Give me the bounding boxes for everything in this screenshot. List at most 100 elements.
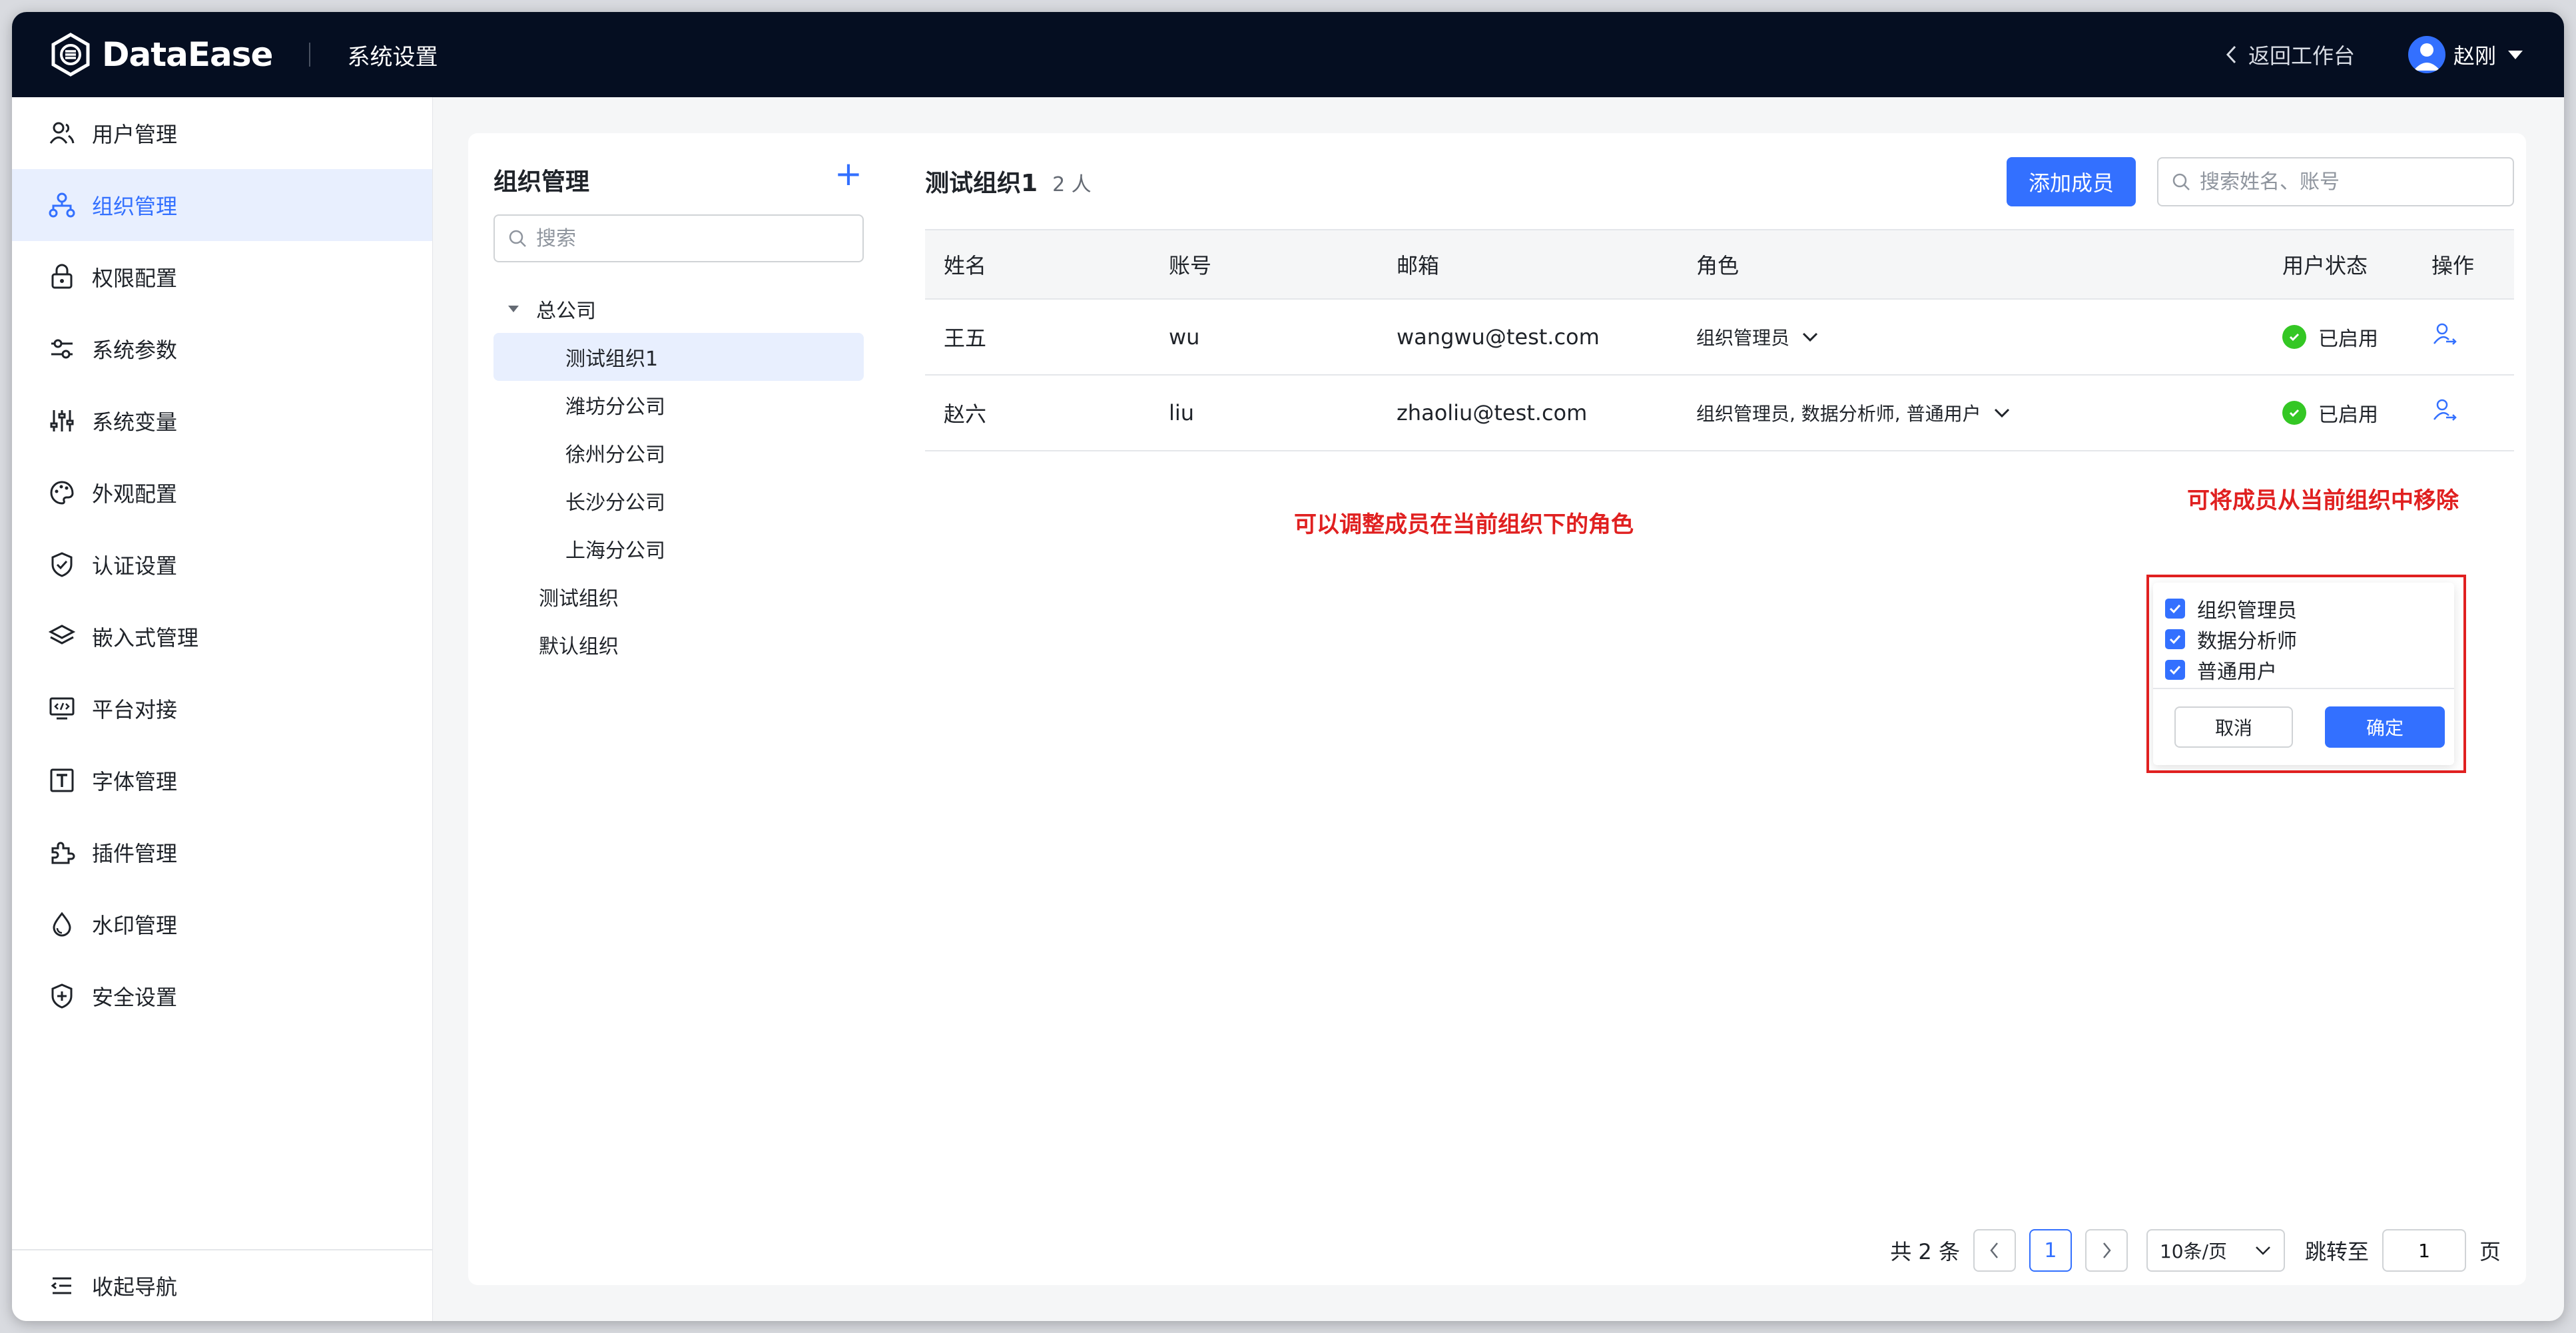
top-header: DataEase 系统设置 返回工作台 赵刚 [12, 12, 2564, 97]
caret-down-icon [2508, 51, 2523, 59]
collapse-nav-label: 收起导航 [92, 1274, 178, 1300]
member-search-box[interactable] [2157, 157, 2514, 206]
column-header: 用户状态 [2282, 253, 2368, 278]
sidebar-item-label: 插件管理 [92, 841, 178, 866]
chevron-left-icon [2226, 45, 2236, 64]
sidebar-item-system-variables[interactable]: 系统变量 [12, 385, 432, 457]
sidebar-item-label: 水印管理 [92, 913, 178, 938]
next-page-button[interactable] [2085, 1229, 2128, 1272]
header-actions: 返回工作台 赵刚 [2224, 12, 2564, 97]
brand-logo[interactable]: DataEase [49, 33, 273, 77]
tree-node-child[interactable]: 徐州分公司 [493, 429, 864, 477]
shield-plus-icon [47, 981, 77, 1011]
prev-page-button[interactable] [1973, 1229, 2016, 1272]
check-circle-icon [2282, 401, 2306, 425]
sidebar-item-label: 嵌入式管理 [92, 625, 199, 651]
sidebar-item-label: 系统参数 [92, 338, 178, 363]
status-text: 已启用 [2318, 328, 2378, 351]
page-number-current[interactable]: 1 [2029, 1229, 2072, 1272]
column-header: 邮箱 [1397, 253, 1440, 278]
role-select[interactable]: 组织管理员 [1696, 324, 2264, 350]
chevron-down-icon [1802, 332, 1818, 342]
org-tree-icon [47, 190, 77, 220]
cell-email: wangwu@test.com [1397, 324, 1600, 350]
remove-member-icon[interactable] [2431, 397, 2458, 423]
main-card: 组织管理 + 总公司 测试组织1 潍坊分公司 徐州分公司 长沙分公司 上海分公司… [468, 133, 2526, 1285]
sidebar-item-fonts[interactable]: 字体管理 [12, 744, 432, 816]
tree-node-label: 测试组织 [539, 587, 619, 611]
cell-account: liu [1169, 400, 1195, 425]
chevron-right-icon [2103, 1242, 2111, 1258]
org-search-box[interactable] [493, 214, 864, 262]
tree-node-label: 徐州分公司 [565, 443, 665, 467]
members-table: 姓名 账号 邮箱 角色 用户状态 操作 王五 wu wangwu@test.co… [925, 229, 2514, 451]
sidebar-item-permissions[interactable]: 权限配置 [12, 241, 432, 313]
page-size-value: 10条/页 [2159, 1240, 2228, 1262]
tree-node-child[interactable]: 潍坊分公司 [493, 381, 864, 429]
pagination: 共 2 条 1 10条/页 跳转至 页 [1890, 1229, 2501, 1272]
tree-node-sibling[interactable]: 默认组织 [493, 621, 864, 668]
sidebar-item-system-params[interactable]: 系统参数 [12, 313, 432, 385]
monitor-code-icon [47, 693, 77, 724]
org-search-input[interactable] [536, 226, 842, 250]
tree-node-child[interactable]: 长沙分公司 [493, 477, 864, 525]
sidebar-item-label: 平台对接 [92, 697, 178, 722]
chevron-left-icon [1990, 1242, 1998, 1258]
puzzle-icon [47, 837, 77, 868]
remove-member-icon[interactable] [2431, 321, 2458, 348]
collapse-nav-button[interactable]: 收起导航 [12, 1249, 432, 1321]
palette-icon [47, 477, 77, 508]
variables-icon [47, 405, 77, 436]
cell-email: zhaoliu@test.com [1397, 400, 1588, 425]
cell-actions [2413, 321, 2514, 353]
tree-node-label: 测试组织1 [565, 348, 659, 371]
column-header: 角色 [1696, 253, 1740, 278]
user-menu[interactable]: 赵刚 [2408, 36, 2524, 73]
brand-name: DataEase [102, 35, 273, 74]
sidebar-item-embedded[interactable]: 嵌入式管理 [12, 601, 432, 672]
sidebar-item-watermark[interactable]: 水印管理 [12, 888, 432, 960]
tree-node-child[interactable]: 上海分公司 [493, 525, 864, 573]
sidebar-item-label: 系统变量 [92, 409, 178, 435]
lock-icon [47, 262, 77, 292]
pagination-total: 共 2 条 [1890, 1239, 1960, 1264]
column-header: 姓名 [944, 253, 987, 278]
jump-page-input[interactable] [2382, 1229, 2466, 1272]
search-icon [2172, 173, 2190, 190]
sidebar-item-plugins[interactable]: 插件管理 [12, 816, 432, 888]
tree-node-sibling[interactable]: 测试组织 [493, 573, 864, 621]
add-org-button[interactable]: + [834, 157, 862, 190]
avatar [2408, 36, 2445, 73]
back-to-workbench-link[interactable]: 返回工作台 [2224, 39, 2355, 70]
column-header: 账号 [1169, 253, 1212, 278]
role-value: 组织管理员, 数据分析师, 普通用户 [1696, 403, 1981, 425]
layers-icon [47, 621, 77, 652]
tree-node-child[interactable]: 测试组织1 [493, 333, 864, 381]
jump-label: 跳转至 [2304, 1239, 2369, 1264]
members-title: 测试组织1 [925, 170, 1038, 197]
member-search-input[interactable] [2200, 170, 2499, 194]
sidebar-item-users[interactable]: 用户管理 [12, 97, 432, 169]
status-text: 已启用 [2318, 403, 2378, 427]
back-label: 返回工作台 [2248, 43, 2355, 69]
chevron-down-icon [1994, 408, 2009, 418]
sidebar-item-label: 组织管理 [92, 194, 178, 219]
sidebar-item-label: 权限配置 [92, 266, 178, 291]
section-title: 系统设置 [347, 43, 438, 71]
members-header: 测试组织1 2 人 [925, 164, 1092, 198]
sidebar-item-appearance[interactable]: 外观配置 [12, 457, 432, 529]
caret-down-icon[interactable] [507, 304, 520, 314]
tree-node-root[interactable]: 总公司 [493, 285, 864, 333]
annotation-role-note: 可以调整成员在当前组织下的角色 [1294, 511, 1634, 538]
sidebar-item-auth[interactable]: 认证设置 [12, 529, 432, 601]
sidebar-item-security[interactable]: 安全设置 [12, 960, 432, 1032]
sidebar-item-org[interactable]: 组织管理 [12, 169, 432, 241]
page-size-select[interactable]: 10条/页 [2146, 1229, 2285, 1272]
sidebar-item-label: 用户管理 [92, 122, 178, 147]
sidebar-item-platform[interactable]: 平台对接 [12, 672, 432, 744]
tree-node-label: 长沙分公司 [565, 491, 665, 515]
table-row: 王五 wu wangwu@test.com 组织管理员 已启用 [925, 300, 2514, 376]
users-icon [47, 118, 77, 148]
role-select[interactable]: 组织管理员, 数据分析师, 普通用户 [1696, 400, 2264, 426]
add-member-button[interactable]: 添加成员 [2007, 157, 2136, 206]
